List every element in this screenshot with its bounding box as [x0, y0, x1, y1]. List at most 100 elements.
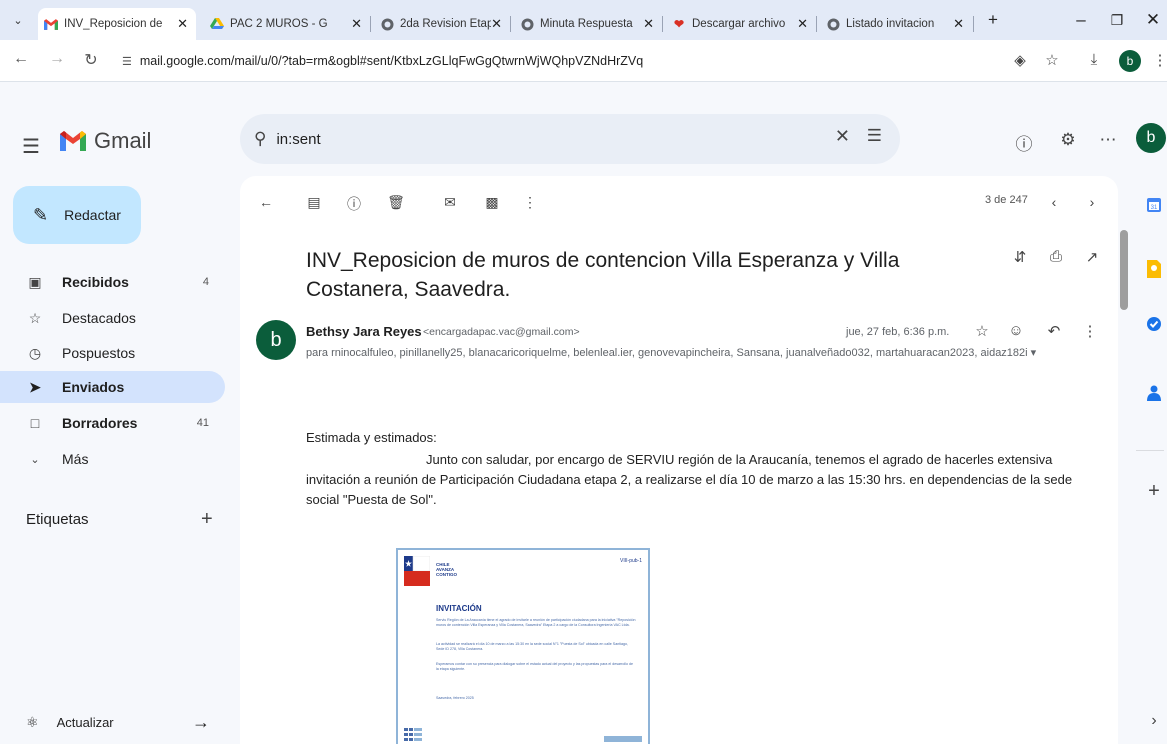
show-side-panel-icon[interactable]: › — [1144, 712, 1164, 732]
message-more-icon[interactable]: ⋮ — [1080, 322, 1100, 340]
add-label-icon[interactable]: + — [201, 508, 213, 531]
tab-search-chevron-icon[interactable]: ⌄ — [8, 12, 28, 30]
invitation-paragraph: Saavedra, febrero 2025 — [436, 696, 474, 700]
minimize-button[interactable]: – — [1068, 10, 1094, 30]
tab-label: PAC 2 MUROS - G — [230, 18, 328, 30]
browser-menu-icon[interactable]: ⋮ — [1150, 51, 1167, 69]
clock-icon: ◷ — [28, 344, 42, 361]
site-info-icon[interactable]: ☰ — [122, 55, 132, 68]
nav-item-starred[interactable]: ☆ Destacados — [0, 302, 225, 334]
close-icon[interactable]: ✕ — [351, 16, 362, 32]
nav-item-drafts[interactable]: □ Borradores 41 — [0, 407, 225, 439]
mark-unread-icon[interactable]: ✉ — [440, 194, 460, 211]
newer-chevron-icon[interactable]: ‹ — [1044, 194, 1064, 210]
side-panel-divider — [1136, 450, 1164, 451]
invitation-image[interactable]: CHILE AVANZA CONTIGO VIII-pub-1 INVITACI… — [396, 548, 650, 744]
drive-icon — [210, 17, 224, 31]
reply-icon[interactable]: ↶ — [1044, 322, 1064, 340]
get-addons-icon[interactable]: + — [1144, 480, 1164, 502]
compose-button[interactable]: ✎ Redactar — [13, 186, 141, 244]
search-input[interactable]: in:sent — [276, 131, 320, 148]
close-icon[interactable]: ✕ — [177, 16, 188, 32]
more-actions-icon[interactable]: ⋮ — [520, 194, 540, 211]
nav-item-sent[interactable]: ➤ Enviados — [0, 371, 225, 403]
clear-search-icon[interactable]: ✕ — [835, 126, 850, 147]
close-icon[interactable]: ✕ — [643, 16, 654, 32]
pencil-icon: ✎ — [33, 204, 49, 225]
calendar-icon[interactable]: 31 — [1144, 197, 1164, 217]
nav-item-snoozed[interactable]: ◷ Pospuestos — [0, 337, 225, 369]
delete-icon[interactable]: 🗑 — [386, 194, 406, 211]
close-icon[interactable]: ✕ — [491, 16, 502, 32]
help-icon[interactable]: ⓘ — [1013, 130, 1035, 155]
update-prompt[interactable]: ⚛ Actualizar → — [0, 704, 230, 740]
gmail-logo[interactable]: Gmail — [60, 128, 151, 154]
nav-item-more[interactable]: ⌄ Más — [0, 443, 225, 475]
invitation-paragraph: La actividad se realizará el día 10 de m… — [436, 642, 628, 651]
print-icon[interactable]: ⎙ — [1046, 248, 1066, 265]
report-spam-icon[interactable]: ⓘ — [344, 194, 364, 214]
globe-icon — [380, 17, 394, 31]
archive-icon[interactable]: ▤ — [304, 194, 324, 211]
close-icon[interactable]: ✕ — [797, 16, 808, 32]
open-new-window-icon[interactable]: ↗ — [1082, 248, 1102, 266]
close-icon[interactable]: ✕ — [953, 16, 964, 32]
url-bar[interactable]: ☰ mail.google.com/mail/u/0/?tab=rm&ogbl#… — [110, 46, 1010, 76]
search-bar[interactable]: ⚲ in:sent ✕ ☰ — [240, 114, 900, 164]
tab-drive[interactable]: PAC 2 MUROS - G ✕ — [204, 8, 370, 40]
older-chevron-icon[interactable]: › — [1082, 194, 1102, 210]
bookmark-star-icon[interactable]: ☆ — [1042, 51, 1062, 69]
tab-label: Minuta Respuesta — [540, 18, 633, 30]
compose-label: Redactar — [64, 207, 121, 223]
restore-button[interactable]: ❐ — [1104, 12, 1130, 29]
star-icon[interactable]: ☆ — [972, 322, 992, 340]
expand-collapse-icon[interactable]: ⇵ — [1010, 248, 1030, 266]
government-logo — [404, 556, 430, 586]
recipients-dropdown-icon[interactable]: ▾ — [1031, 347, 1037, 359]
account-avatar[interactable]: b — [1136, 123, 1166, 153]
search-icon[interactable]: ⚲ — [254, 129, 266, 149]
message-subject: INV_Reposicion de muros de contencion Vi… — [306, 249, 900, 301]
sender-avatar[interactable]: b — [256, 320, 296, 360]
nav-label: Borradores — [62, 415, 138, 431]
search-options-icon[interactable]: ☰ — [867, 126, 882, 146]
tab-gmail[interactable]: INV_Reposicion de ✕ — [38, 8, 196, 40]
reload-icon[interactable]: ↻ — [80, 50, 102, 70]
tab-revision[interactable]: 2da Revision Etap ✕ — [374, 8, 510, 40]
close-window-button[interactable]: ✕ — [1140, 10, 1166, 30]
main-menu-icon[interactable]: ☰ — [22, 134, 40, 159]
sender-email: <encargadapac.vac@gmail.com> — [423, 326, 580, 338]
back-icon[interactable]: ← — [10, 50, 32, 68]
globe-icon — [826, 17, 840, 31]
message-scrollbar[interactable] — [1120, 230, 1128, 310]
tab-label: Descargar archivo — [692, 18, 786, 30]
contacts-icon[interactable] — [1144, 385, 1164, 405]
chevron-down-icon: ⌄ — [30, 453, 40, 466]
recipients-list[interactable]: para rninocalfuleo, pinillanelly25, blan… — [306, 346, 1046, 359]
nav-label: Recibidos — [62, 274, 129, 290]
back-to-list-icon[interactable]: ← — [256, 194, 276, 210]
tab-descargar[interactable]: ❤ Descargar archivo ✕ — [666, 8, 816, 40]
invitation-paragraph: Esperamos contar con su presencia para d… — [436, 662, 633, 671]
nav-count: 41 — [196, 417, 209, 429]
settings-gear-icon[interactable]: ⚙ — [1057, 130, 1079, 150]
browser-profile-avatar[interactable]: b — [1119, 50, 1141, 72]
tab-listado[interactable]: Listado invitacion ✕ — [820, 8, 972, 40]
arrow-right-icon[interactable]: → — [192, 712, 210, 733]
sender-name[interactable]: Bethsy Jara Reyes — [306, 324, 422, 339]
nav-item-inbox[interactable]: ▣ Recibidos 4 — [0, 266, 225, 298]
message-view: ← ▤ ⓘ 🗑 ✉ ▩ ⋮ 3 de 247 ‹ › INV_Reposicio… — [240, 176, 1118, 744]
emoji-react-icon[interactable]: ☺ — [1006, 322, 1026, 339]
nav-label: Pospuestos — [62, 345, 136, 361]
download-icon[interactable]: ⤓ — [1084, 51, 1104, 68]
apps-grid-icon[interactable]: ⋯ — [1097, 130, 1119, 150]
star-icon: ☆ — [28, 309, 42, 326]
tasks-icon[interactable] — [1144, 316, 1164, 336]
tab-minuta[interactable]: Minuta Respuesta ✕ — [514, 8, 662, 40]
move-to-icon[interactable]: ▩ — [482, 194, 502, 211]
new-tab-button[interactable]: + — [980, 10, 1006, 30]
extension-icon[interactable]: ◈ — [1010, 51, 1030, 69]
keep-icon[interactable] — [1144, 260, 1164, 280]
forward-icon[interactable]: → — [46, 50, 68, 68]
invitation-tagline: CHILE AVANZA CONTIGO — [436, 562, 457, 577]
